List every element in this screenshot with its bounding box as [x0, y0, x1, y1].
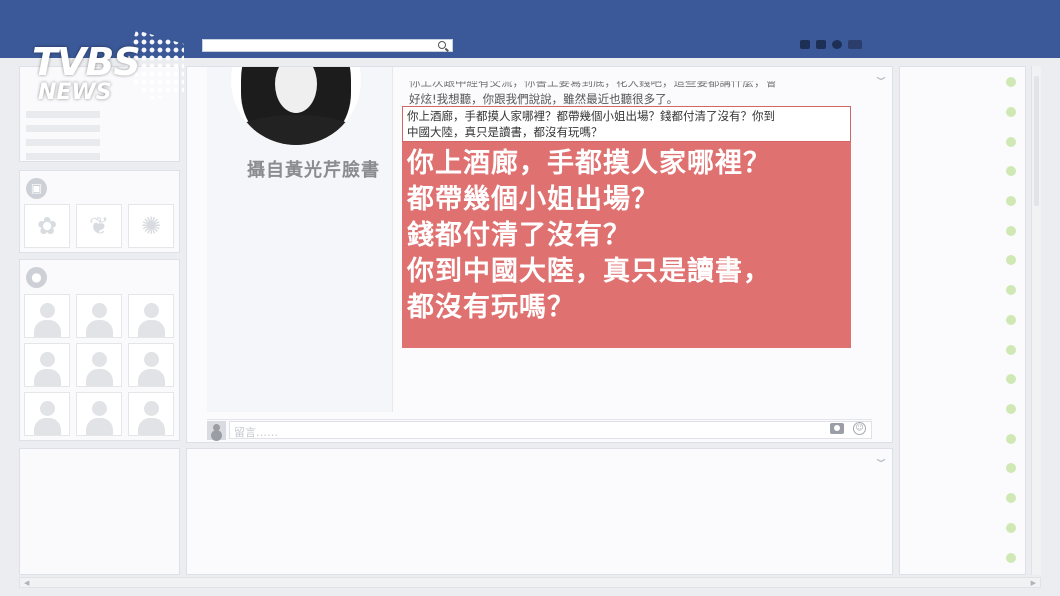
scroll-left-icon[interactable]: ◀	[24, 579, 29, 587]
friends-icon: ●	[26, 267, 47, 288]
online-status-dot[interactable]	[1006, 196, 1016, 206]
friends-panel: ●	[19, 259, 180, 441]
online-status-dot[interactable]	[1006, 463, 1016, 473]
online-status-dot[interactable]	[1006, 315, 1016, 325]
friend-avatar[interactable]	[24, 392, 70, 436]
highlight-line: 你到中國大陸，真只是讀書，	[407, 256, 771, 287]
top-icons	[800, 40, 862, 49]
online-status-dot[interactable]	[1006, 137, 1016, 147]
highlight-line: 都帶幾個小姐出場？	[407, 184, 659, 215]
user-avatar-icon	[207, 421, 226, 440]
search-input[interactable]	[202, 39, 453, 52]
scrollbar-thumb[interactable]	[1034, 76, 1039, 206]
highlight-line: 錢都付清了沒有？	[407, 220, 631, 251]
friend-avatar[interactable]	[128, 294, 174, 338]
logo-sub: NEWS	[38, 80, 112, 105]
left-empty-panel	[19, 448, 180, 575]
online-status-dot[interactable]	[1006, 345, 1016, 355]
comment-bar: 留言…… ☺	[207, 419, 872, 440]
post-photo-column: 攝自黃光芹臉書	[207, 67, 392, 412]
messages-icon[interactable]	[816, 40, 826, 49]
online-status-dot[interactable]	[1006, 404, 1016, 414]
online-status-dot[interactable]	[1006, 493, 1016, 503]
scroll-right-icon[interactable]: ▶	[1031, 579, 1036, 587]
post-card-2: ⌄	[186, 448, 893, 575]
photos-panel: ▣ ✿ ❦ ✺	[19, 170, 180, 253]
quoted-text-box: 你上酒廊，手都摸人家哪裡？都帶幾個小姐出場？錢都付清了沒有？你到 中國大陸，真只…	[402, 106, 851, 142]
chevron-down-icon[interactable]: ⌄	[872, 69, 890, 83]
online-status-dot[interactable]	[1006, 374, 1016, 384]
online-status-dot[interactable]	[1006, 285, 1016, 295]
friend-avatar[interactable]	[128, 343, 174, 387]
camera-icon[interactable]	[830, 423, 844, 434]
friend-requests-icon[interactable]	[800, 40, 810, 49]
logo-brand: TVBS	[32, 40, 141, 84]
online-status-dot[interactable]	[1006, 77, 1016, 87]
online-status-dot[interactable]	[1006, 255, 1016, 265]
photo-icon: ▣	[26, 178, 47, 199]
photo-caption: 攝自黃光芹臉書	[247, 160, 380, 181]
online-status-dot[interactable]	[1006, 226, 1016, 236]
online-status-dot[interactable]	[1006, 553, 1016, 563]
emoji-icon[interactable]: ☺	[853, 422, 866, 435]
friend-avatar[interactable]	[24, 343, 70, 387]
horizontal-scrollbar[interactable]: ◀ ▶	[19, 577, 1041, 588]
friend-avatar[interactable]	[24, 294, 70, 338]
vertical-scrollbar[interactable]	[1031, 66, 1041, 575]
notifications-icon[interactable]	[832, 40, 842, 49]
friend-avatar[interactable]	[76, 294, 122, 338]
post-divider	[392, 67, 393, 412]
highlight-line: 都沒有玩嗎？	[407, 292, 575, 323]
online-status-dot[interactable]	[1006, 434, 1016, 444]
highlight-box: 你上酒廊，手都摸人家哪裡？ 都帶幾個小姐出場？ 錢都付清了沒有？ 你到中國大陸，…	[402, 142, 851, 348]
chevron-down-icon[interactable]: ⌄	[872, 451, 890, 465]
online-status-dot[interactable]	[1006, 107, 1016, 117]
quote-line: 中國大陸，真只是讀書，都沒有玩嗎？	[407, 125, 603, 139]
online-status-dot[interactable]	[1006, 523, 1016, 533]
flower-icon[interactable]: ✺	[128, 204, 174, 248]
friends-grid	[24, 294, 174, 436]
chat-sidebar	[899, 66, 1026, 575]
friend-avatar[interactable]	[76, 343, 122, 387]
photo-thumbnails: ✿ ❦ ✺	[24, 204, 174, 248]
friend-avatar[interactable]	[128, 392, 174, 436]
search-icon[interactable]	[438, 41, 446, 49]
comment-input[interactable]: 留言……	[229, 421, 872, 439]
friend-avatar[interactable]	[76, 392, 122, 436]
post-text-line: 好炫!我想聽，你跟我們說說，雖然最近也聽很多了。	[409, 92, 679, 106]
quote-line: 你上酒廊，手都摸人家哪裡？都帶幾個小姐出場？錢都付清了沒有？你到	[407, 109, 775, 123]
butterfly-icon[interactable]: ✿	[24, 204, 70, 248]
account-menu-icon[interactable]	[848, 40, 862, 49]
highlight-line: 你上酒廊，手都摸人家哪裡？	[407, 148, 771, 179]
portrait-photo[interactable]	[231, 67, 361, 145]
tvbs-news-logo: TVBS NEWS	[28, 30, 188, 112]
online-status-dot[interactable]	[1006, 166, 1016, 176]
post-text-line: 你上次跟中經有交流，你書上要寫到底，花大錢吧，這些要都講什麼，會	[409, 75, 777, 89]
leaf-icon[interactable]: ❦	[76, 204, 122, 248]
profile-lines	[26, 111, 100, 167]
